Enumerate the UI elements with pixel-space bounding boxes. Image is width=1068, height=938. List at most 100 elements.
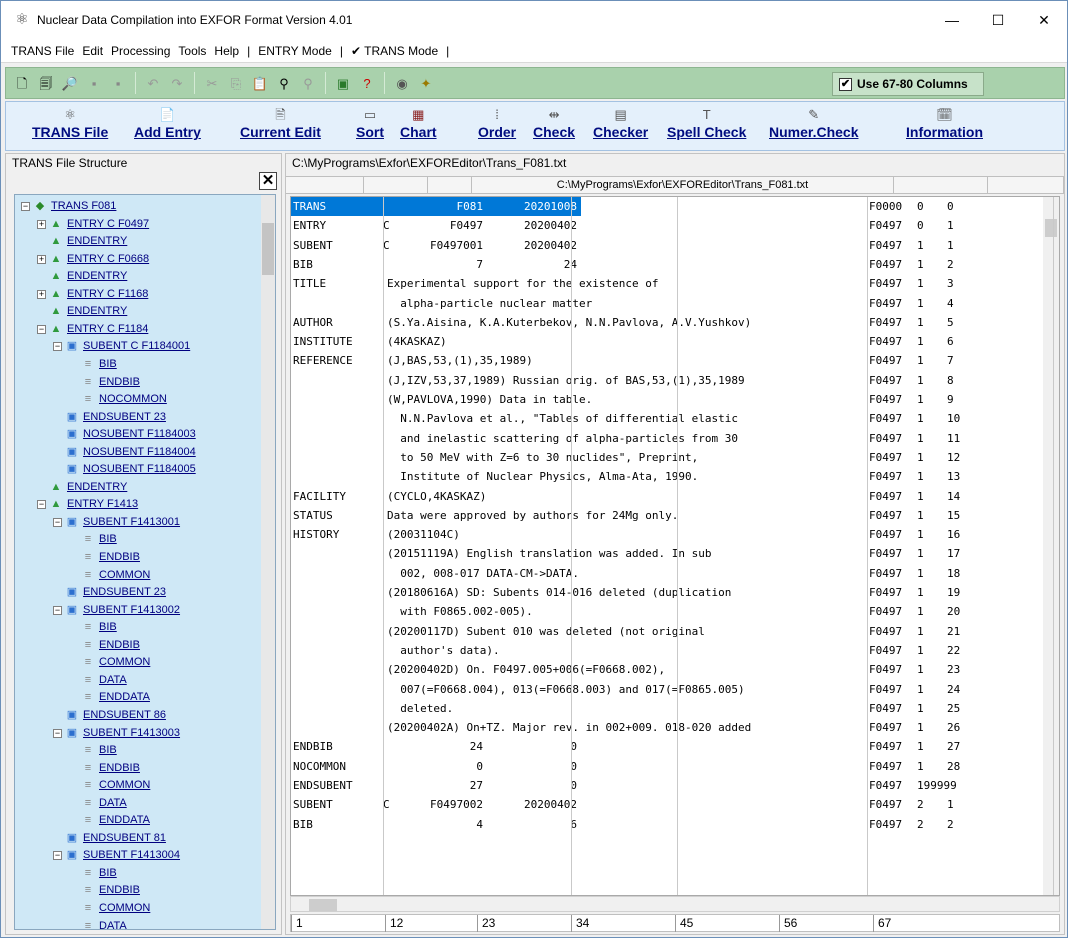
- table-cell[interactable]: [293, 371, 385, 390]
- table-cell[interactable]: 2: [917, 815, 945, 834]
- table-cell[interactable]: F0497: [869, 641, 917, 660]
- table-cell[interactable]: 28: [947, 757, 995, 776]
- table-cell[interactable]: [293, 602, 385, 621]
- current-edit-button[interactable]: 🖹 Current Edit: [240, 106, 321, 148]
- tree-node[interactable]: ≡ COMMON: [69, 901, 151, 916]
- table-cell[interactable]: 0: [395, 757, 483, 776]
- table-row[interactable]: (20200402D) On. F0497.005+006(=F0668.002…: [291, 660, 1045, 679]
- table-cell[interactable]: 22: [947, 641, 995, 660]
- table-cell[interactable]: [293, 390, 385, 409]
- table-cell[interactable]: [483, 487, 577, 506]
- menu-trans-file[interactable]: TRANS File: [11, 44, 74, 58]
- tree-node[interactable]: − ▣ SUBENT F1413004: [53, 848, 180, 863]
- table-cell[interactable]: 1: [917, 467, 945, 486]
- table-cell[interactable]: 1: [917, 718, 945, 737]
- table-cell[interactable]: 12: [947, 448, 995, 467]
- tree-node[interactable]: ≡ COMMON: [69, 568, 151, 583]
- table-cell[interactable]: 0: [483, 737, 577, 756]
- table-cell[interactable]: 9: [947, 390, 995, 409]
- table-cell[interactable]: F0497: [869, 602, 917, 621]
- table-row[interactable]: deleted. F0497 1 25: [291, 699, 1045, 718]
- table-cell[interactable]: TITLE: [293, 274, 385, 293]
- table-cell[interactable]: [395, 274, 483, 293]
- table-cell[interactable]: 1: [917, 255, 945, 274]
- table-row[interactable]: author's data). F0497 1 22: [291, 641, 1045, 660]
- table-cell[interactable]: 1: [917, 680, 945, 699]
- table-cell[interactable]: 1: [917, 525, 945, 544]
- table-cell[interactable]: F0497: [869, 487, 917, 506]
- close-button[interactable]: ✕: [1021, 1, 1067, 39]
- tree-node[interactable]: ≡ ENDBIB: [69, 550, 140, 565]
- tree-node[interactable]: ≡ COMMON: [69, 655, 151, 670]
- table-cell[interactable]: F0497: [869, 525, 917, 544]
- table-row[interactable]: SUBENT C F0497001 20200402 F0497 1 1: [291, 236, 1045, 255]
- table-cell[interactable]: 1: [917, 660, 945, 679]
- table-row[interactable]: SUBENT C F0497002 20200402 F0497 2 1: [291, 795, 1045, 814]
- table-cell[interactable]: [483, 699, 577, 718]
- table-cell[interactable]: 20: [947, 602, 995, 621]
- table-cell[interactable]: F0497: [869, 680, 917, 699]
- table-cell[interactable]: 1: [917, 448, 945, 467]
- table-cell[interactable]: [293, 641, 385, 660]
- use-67-80-columns-checkbox[interactable]: ✔ Use 67-80 Columns: [832, 72, 984, 96]
- table-cell[interactable]: [383, 255, 395, 274]
- table-cell[interactable]: [395, 622, 483, 641]
- tree-node[interactable]: ▲ ENDENTRY: [37, 234, 128, 249]
- table-cell[interactable]: 6: [483, 815, 577, 834]
- table-row[interactable]: Institute of Nuclear Physics, Alma-Ata, …: [291, 467, 1045, 486]
- table-row[interactable]: 007(=F0668.004), 013(=F0668.003) and 017…: [291, 680, 1045, 699]
- table-row[interactable]: to 50 MeV with Z=6 to 30 nuclides", Prep…: [291, 448, 1045, 467]
- tree-node[interactable]: ≡ ENDBIB: [69, 638, 140, 653]
- checker-button[interactable]: ▤ Checker: [593, 106, 648, 148]
- table-cell[interactable]: 21: [947, 622, 995, 641]
- table-cell[interactable]: F0497: [869, 776, 917, 795]
- table-cell[interactable]: F0497: [869, 409, 917, 428]
- table-cell[interactable]: C: [383, 216, 395, 235]
- table-row[interactable]: ENTRY C F0497 20200402 F0497 0 1: [291, 216, 1045, 235]
- table-row[interactable]: (W,PAVLOVA,1990) Data in table. F0497 1 9: [291, 390, 1045, 409]
- table-cell[interactable]: 20200402: [483, 795, 577, 814]
- table-cell[interactable]: [293, 718, 385, 737]
- table-cell[interactable]: [947, 776, 995, 795]
- table-cell[interactable]: 1: [917, 487, 945, 506]
- tree-node[interactable]: ≡ ENDBIB: [69, 761, 140, 776]
- sort-button[interactable]: ▭ Sort: [356, 106, 384, 148]
- table-cell[interactable]: 1: [917, 506, 945, 525]
- table-cell[interactable]: 1: [917, 371, 945, 390]
- menu-trans-mode[interactable]: ✔ TRANS Mode: [351, 44, 438, 58]
- tree-node[interactable]: − ▲ ENTRY F1413: [37, 497, 138, 512]
- table-cell[interactable]: 0: [483, 776, 577, 795]
- table-cell[interactable]: [383, 815, 395, 834]
- table-cell[interactable]: F0497: [869, 351, 917, 370]
- table-cell[interactable]: HISTORY: [293, 525, 385, 544]
- expand-icon[interactable]: +: [37, 254, 46, 264]
- tree-node[interactable]: ▲ ENDENTRY: [37, 269, 128, 284]
- expand-icon[interactable]: +: [37, 289, 46, 299]
- table-cell[interactable]: 2: [917, 795, 945, 814]
- table-cell[interactable]: 0: [917, 216, 945, 235]
- table-cell[interactable]: 1: [917, 602, 945, 621]
- table-row[interactable]: REFERENCE (J,BAS,53,(1),35,1989) F0497 1 7: [291, 351, 1045, 370]
- tree-node[interactable]: ≡ DATA: [69, 919, 127, 929]
- table-cell[interactable]: F0497: [869, 313, 917, 332]
- table-cell[interactable]: [395, 313, 483, 332]
- grid-vertical-scrollbar[interactable]: [1043, 197, 1059, 895]
- tree-node[interactable]: ≡ COMMON: [69, 778, 151, 793]
- undo-icon[interactable]: ↶: [143, 73, 163, 93]
- add-entry-button[interactable]: 📄 Add Entry: [134, 106, 201, 148]
- table-row[interactable]: ENDSUBENT 27 0 F0497 199999: [291, 776, 1045, 795]
- table-cell[interactable]: [293, 409, 385, 428]
- disc-icon[interactable]: ◉: [392, 73, 412, 93]
- table-cell[interactable]: [395, 390, 483, 409]
- table-cell[interactable]: [395, 371, 483, 390]
- table-cell[interactable]: [483, 351, 577, 370]
- table-cell[interactable]: F081: [395, 197, 484, 216]
- table-cell[interactable]: 7: [395, 255, 483, 274]
- table-cell[interactable]: [395, 660, 483, 679]
- table-cell[interactable]: F0497: [869, 274, 917, 293]
- table-cell[interactable]: [395, 467, 483, 486]
- table-cell[interactable]: 5: [947, 313, 995, 332]
- new-file-icon[interactable]: 🗋: [12, 73, 32, 93]
- table-cell[interactable]: 20201008: [483, 197, 577, 216]
- collapse-icon[interactable]: −: [37, 324, 46, 334]
